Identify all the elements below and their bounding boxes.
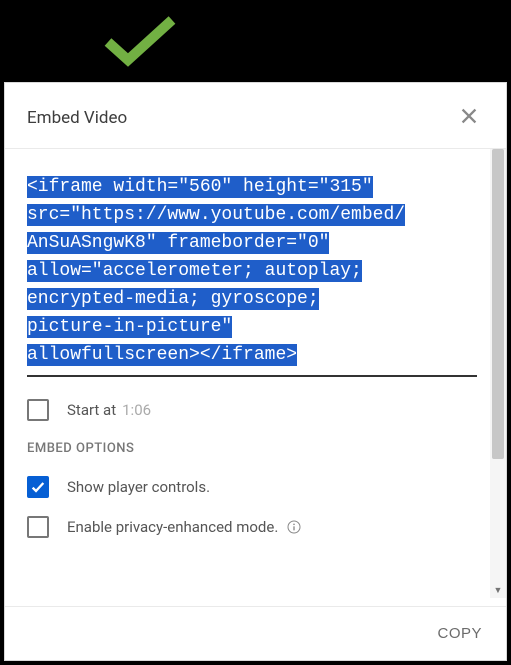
copy-button[interactable]: COPY: [437, 625, 482, 642]
scrollbar-thumb[interactable]: [492, 149, 504, 459]
dialog-title: Embed Video: [27, 108, 127, 128]
close-icon: [458, 105, 480, 127]
top-bar: [0, 0, 511, 82]
scrollbar-track[interactable]: ▼: [490, 149, 506, 598]
show-controls-checkbox[interactable]: [27, 476, 49, 498]
option-show-controls[interactable]: Show player controls.: [27, 476, 484, 498]
close-button[interactable]: [454, 101, 484, 134]
start-at-label: Start at: [67, 401, 116, 419]
option-privacy-enhanced[interactable]: Enable privacy-enhanced mode.: [27, 516, 484, 538]
scroll-down-arrow[interactable]: ▼: [492, 584, 504, 596]
embed-dialog: Embed Video <iframe width="560" height="…: [4, 82, 507, 661]
scroll-area: <iframe width="560" height="315"src="htt…: [5, 148, 506, 598]
dialog-footer: COPY: [5, 606, 506, 660]
show-controls-label: Show player controls.: [67, 478, 210, 496]
checkmark-icon: [100, 14, 180, 69]
dialog-header: Embed Video: [5, 83, 506, 148]
privacy-label: Enable privacy-enhanced mode.: [67, 518, 278, 536]
embed-options-heading: EMBED OPTIONS: [27, 441, 484, 456]
privacy-checkbox[interactable]: [27, 516, 49, 538]
info-icon[interactable]: [286, 519, 302, 535]
check-icon: [30, 479, 46, 495]
start-at-time[interactable]: 1:06: [122, 401, 151, 419]
start-at-checkbox[interactable]: [27, 399, 49, 421]
embed-code[interactable]: <iframe width="560" height="315"src="htt…: [27, 173, 477, 377]
start-at-row[interactable]: Start at 1:06: [27, 399, 484, 421]
